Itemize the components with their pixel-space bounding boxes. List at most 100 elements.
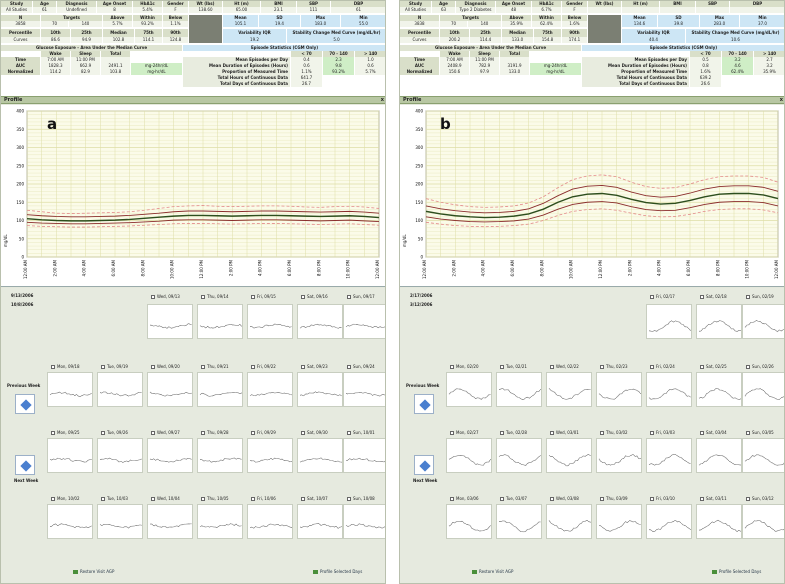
day-thumbnail[interactable] <box>47 372 93 407</box>
checkbox-icon[interactable] <box>251 295 255 299</box>
restore-visit-agp-button[interactable]: Restore Visit AGP <box>73 569 114 574</box>
day-thumbnail[interactable] <box>696 504 742 539</box>
checkbox-icon[interactable] <box>201 497 205 501</box>
day-checkbox[interactable]: Mon, 10/02 <box>51 496 80 502</box>
day-checkbox[interactable]: Fri, 03/10 <box>650 496 675 502</box>
day-thumbnail[interactable] <box>197 304 243 339</box>
checkbox-icon[interactable] <box>347 431 351 435</box>
day-checkbox[interactable]: Tue, 03/07 <box>500 496 527 502</box>
day-thumbnail[interactable] <box>696 438 742 473</box>
day-checkbox[interactable]: Fri, 02/24 <box>650 364 675 370</box>
checkbox-icon[interactable] <box>51 365 55 369</box>
day-checkbox[interactable]: Fri, 03/03 <box>650 430 675 436</box>
day-thumbnail[interactable] <box>646 304 692 339</box>
day-checkbox[interactable]: Sat, 09/30 <box>301 430 328 436</box>
day-checkbox[interactable]: Sat, 03/04 <box>700 430 727 436</box>
day-checkbox[interactable]: Wed, 09/13 <box>151 294 180 300</box>
checkbox-icon[interactable] <box>450 497 454 501</box>
day-checkbox[interactable]: Sun, 10/08 <box>347 496 375 502</box>
day-checkbox[interactable]: Tue, 10/03 <box>101 496 128 502</box>
day-thumbnail[interactable] <box>646 504 692 539</box>
checkbox-icon[interactable] <box>101 365 105 369</box>
checkbox-icon[interactable] <box>51 431 55 435</box>
day-thumbnail[interactable] <box>197 372 243 407</box>
day-thumbnail[interactable] <box>247 372 293 407</box>
checkbox-icon[interactable] <box>650 295 654 299</box>
day-thumbnail[interactable] <box>496 372 542 407</box>
day-checkbox[interactable]: Tue, 09/19 <box>101 364 128 370</box>
checkbox-icon[interactable] <box>201 295 205 299</box>
day-checkbox[interactable]: Wed, 02/22 <box>550 364 579 370</box>
day-thumbnail[interactable] <box>496 504 542 539</box>
day-checkbox[interactable]: Sun, 09/17 <box>347 294 375 300</box>
day-thumbnail[interactable] <box>343 372 385 407</box>
day-thumbnail[interactable] <box>247 304 293 339</box>
day-thumbnail[interactable] <box>197 504 243 539</box>
day-thumbnail[interactable] <box>297 438 343 473</box>
profile-selected-days-button[interactable]: Profile Selected Days <box>313 569 362 574</box>
checkbox-icon[interactable] <box>700 365 704 369</box>
checkbox-icon[interactable] <box>500 365 504 369</box>
day-checkbox[interactable]: Wed, 09/20 <box>151 364 180 370</box>
day-thumbnail[interactable] <box>247 504 293 539</box>
day-thumbnail[interactable] <box>97 438 143 473</box>
day-checkbox[interactable]: Sun, 03/12 <box>746 496 774 502</box>
day-thumbnail[interactable] <box>147 304 193 339</box>
day-thumbnail[interactable] <box>197 438 243 473</box>
day-checkbox[interactable]: Thu, 03/09 <box>600 496 628 502</box>
day-thumbnail[interactable] <box>297 372 343 407</box>
day-checkbox[interactable]: Fri, 09/22 <box>251 364 276 370</box>
checkbox-icon[interactable] <box>51 497 55 501</box>
day-thumbnail[interactable] <box>742 438 784 473</box>
checkbox-icon[interactable] <box>301 431 305 435</box>
day-thumbnail[interactable] <box>596 372 642 407</box>
day-thumbnail[interactable] <box>742 504 784 539</box>
day-checkbox[interactable]: Fri, 09/15 <box>251 294 276 300</box>
day-checkbox[interactable]: Tue, 02/21 <box>500 364 527 370</box>
checkbox-icon[interactable] <box>746 365 750 369</box>
checkbox-icon[interactable] <box>347 497 351 501</box>
checkbox-icon[interactable] <box>550 431 554 435</box>
day-thumbnail[interactable] <box>147 372 193 407</box>
checkbox-icon[interactable] <box>700 497 704 501</box>
day-checkbox[interactable]: Mon, 02/27 <box>450 430 479 436</box>
checkbox-icon[interactable] <box>347 365 351 369</box>
day-thumbnail[interactable] <box>343 438 385 473</box>
day-checkbox[interactable]: Fri, 02/17 <box>650 294 675 300</box>
checkbox-icon[interactable] <box>550 497 554 501</box>
checkbox-icon[interactable] <box>550 365 554 369</box>
day-thumbnail[interactable] <box>446 438 492 473</box>
day-thumbnail[interactable] <box>496 438 542 473</box>
day-thumbnail[interactable] <box>446 504 492 539</box>
day-thumbnail[interactable] <box>147 504 193 539</box>
day-checkbox[interactable]: Sun, 10/01 <box>347 430 375 436</box>
day-checkbox[interactable]: Sat, 09/23 <box>301 364 328 370</box>
day-thumbnail[interactable] <box>696 372 742 407</box>
day-checkbox[interactable]: Fri, 09/29 <box>251 430 276 436</box>
checkbox-icon[interactable] <box>650 431 654 435</box>
day-thumbnail[interactable] <box>446 372 492 407</box>
day-thumbnail[interactable] <box>97 504 143 539</box>
day-thumbnail[interactable] <box>47 504 93 539</box>
profile-close-icon[interactable]: x <box>780 97 783 104</box>
day-checkbox[interactable]: Wed, 10/04 <box>151 496 180 502</box>
day-checkbox[interactable]: Sun, 02/19 <box>746 294 774 300</box>
day-checkbox[interactable]: Mon, 09/18 <box>51 364 80 370</box>
day-thumbnail[interactable] <box>343 504 385 539</box>
checkbox-icon[interactable] <box>151 497 155 501</box>
checkbox-icon[interactable] <box>746 497 750 501</box>
next-week-button[interactable] <box>15 455 35 475</box>
day-checkbox[interactable]: Sun, 09/24 <box>347 364 375 370</box>
next-week-button[interactable] <box>414 455 434 475</box>
day-checkbox[interactable]: Thu, 10/05 <box>201 496 229 502</box>
checkbox-icon[interactable] <box>201 431 205 435</box>
day-checkbox[interactable]: Wed, 03/08 <box>550 496 579 502</box>
checkbox-icon[interactable] <box>450 365 454 369</box>
day-checkbox[interactable]: Wed, 09/27 <box>151 430 180 436</box>
checkbox-icon[interactable] <box>251 431 255 435</box>
day-checkbox[interactable]: Tue, 09/26 <box>101 430 128 436</box>
day-thumbnail[interactable] <box>646 438 692 473</box>
day-thumbnail[interactable] <box>646 372 692 407</box>
checkbox-icon[interactable] <box>101 431 105 435</box>
profile-close-icon[interactable]: x <box>381 97 384 104</box>
